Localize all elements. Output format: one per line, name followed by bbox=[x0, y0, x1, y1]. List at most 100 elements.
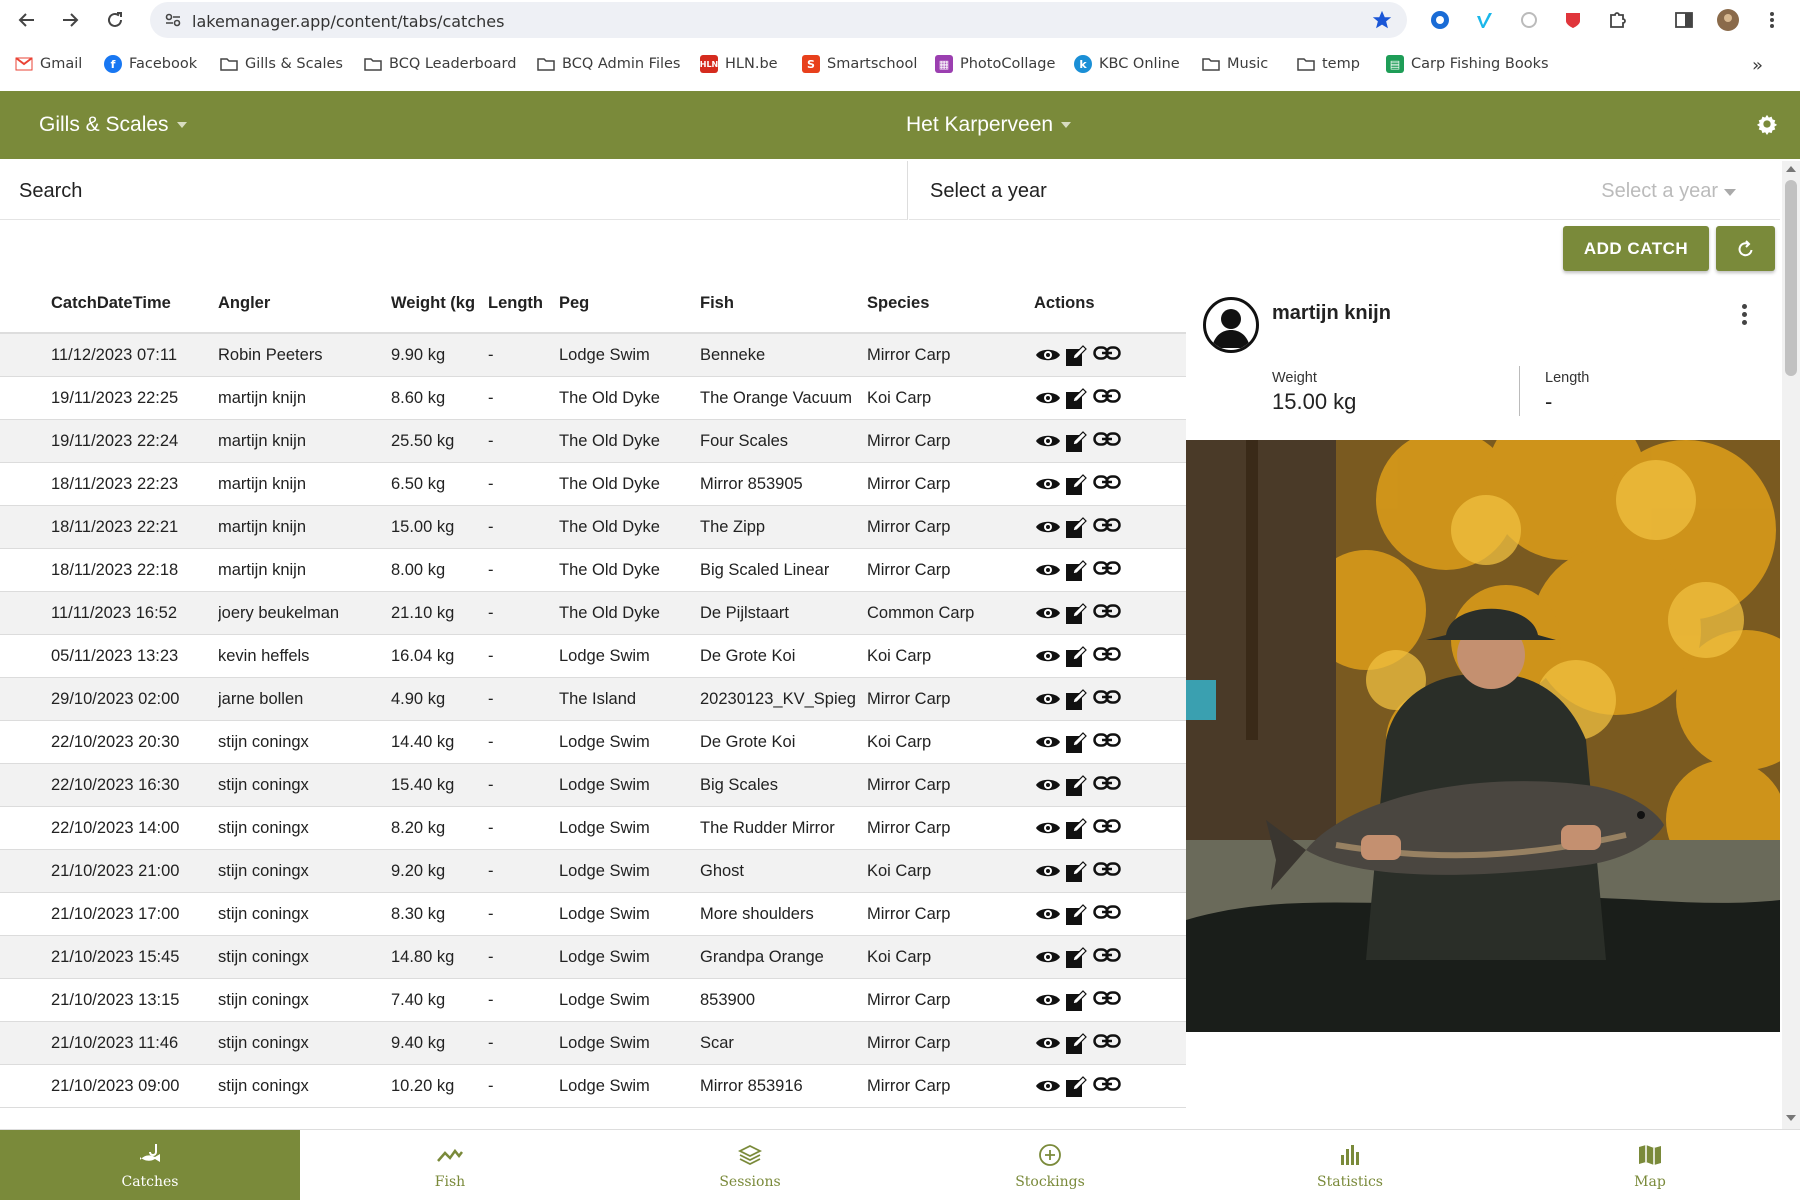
table-row[interactable]: 22/10/2023 14:00 stijn coningx 8.20 kg - Lod… bbox=[0, 807, 1186, 850]
profile-button[interactable] bbox=[1716, 8, 1740, 32]
table-row[interactable]: 21/10/2023 17:00 stijn coningx 8.30 kg - Lod… bbox=[0, 893, 1186, 936]
extensions-button[interactable] bbox=[1605, 8, 1629, 32]
view-button[interactable] bbox=[1035, 345, 1060, 367]
scroll-down-icon[interactable] bbox=[1786, 1115, 1796, 1121]
bookmarks-overflow-icon[interactable]: » bbox=[1752, 55, 1763, 76]
tab-fish[interactable]: Fish bbox=[300, 1130, 600, 1200]
table-row[interactable]: 18/11/2023 22:21 martijn knijn 15.00 kg - Th… bbox=[0, 506, 1186, 549]
bookmark-facebook[interactable]: f Facebook bbox=[104, 55, 197, 73]
link-button[interactable] bbox=[1093, 904, 1121, 926]
side-panel-button[interactable] bbox=[1672, 8, 1696, 32]
bookmark-photocollage[interactable]: ▦ PhotoCollage bbox=[935, 55, 1055, 73]
table-row[interactable]: 22/10/2023 16:30 stijn coningx 15.40 kg - Lo… bbox=[0, 764, 1186, 807]
catch-photo[interactable] bbox=[1186, 440, 1780, 1032]
bookmark-star-icon[interactable] bbox=[1371, 9, 1393, 31]
view-button[interactable] bbox=[1035, 818, 1060, 840]
link-button[interactable] bbox=[1093, 775, 1121, 797]
view-button[interactable] bbox=[1035, 1076, 1060, 1098]
edit-button[interactable] bbox=[1065, 388, 1089, 410]
table-row[interactable]: 11/11/2023 16:52 joery beukelman 21.10 kg -… bbox=[0, 592, 1186, 635]
column-header-weight[interactable]: Weight (kg bbox=[391, 294, 475, 313]
view-button[interactable] bbox=[1035, 1033, 1060, 1055]
edit-button[interactable] bbox=[1065, 517, 1089, 539]
bookmark-temp[interactable]: temp bbox=[1297, 55, 1360, 73]
scrollbar-thumb[interactable] bbox=[1785, 180, 1797, 376]
bookmark-bcq-leaderboard[interactable]: BCQ Leaderboard bbox=[364, 55, 516, 73]
bookmark-gmail[interactable]: Gmail bbox=[15, 55, 82, 73]
edit-button[interactable] bbox=[1065, 1076, 1089, 1098]
settings-button[interactable] bbox=[1756, 113, 1778, 140]
table-row[interactable]: 19/11/2023 22:24 martijn knijn 25.50 kg - Th… bbox=[0, 420, 1186, 463]
link-button[interactable] bbox=[1093, 517, 1121, 539]
app-switcher[interactable]: Gills & Scales bbox=[39, 113, 187, 137]
edit-button[interactable] bbox=[1065, 1033, 1089, 1055]
edit-button[interactable] bbox=[1065, 904, 1089, 926]
edit-button[interactable] bbox=[1065, 732, 1089, 754]
view-button[interactable] bbox=[1035, 517, 1060, 539]
search-input[interactable]: Search bbox=[0, 161, 908, 220]
view-button[interactable] bbox=[1035, 431, 1060, 453]
extension-1[interactable] bbox=[1428, 8, 1452, 32]
view-button[interactable] bbox=[1035, 861, 1060, 883]
edit-button[interactable] bbox=[1065, 861, 1089, 883]
tab-map[interactable]: Map bbox=[1500, 1130, 1800, 1200]
column-header-peg[interactable]: Peg bbox=[559, 294, 589, 313]
address-bar[interactable]: lakemanager.app/content/tabs/catches bbox=[150, 2, 1407, 38]
link-button[interactable] bbox=[1093, 603, 1121, 625]
edit-button[interactable] bbox=[1065, 947, 1089, 969]
view-button[interactable] bbox=[1035, 689, 1060, 711]
edit-button[interactable] bbox=[1065, 474, 1089, 496]
view-button[interactable] bbox=[1035, 904, 1060, 926]
link-button[interactable] bbox=[1093, 345, 1121, 367]
bookmark-kbc-online[interactable]: k KBC Online bbox=[1074, 55, 1180, 73]
link-button[interactable] bbox=[1093, 732, 1121, 754]
bookmark-gills-scales[interactable]: Gills & Scales bbox=[220, 55, 343, 73]
table-row[interactable]: 22/10/2023 20:30 stijn coningx 14.40 kg - Lo… bbox=[0, 721, 1186, 764]
link-button[interactable] bbox=[1093, 990, 1121, 1012]
bookmark-carp-fishing-books[interactable]: ▤ Carp Fishing Books bbox=[1386, 55, 1549, 73]
edit-button[interactable] bbox=[1065, 775, 1089, 797]
link-button[interactable] bbox=[1093, 947, 1121, 969]
forward-button[interactable] bbox=[58, 8, 82, 32]
table-row[interactable]: 29/10/2023 02:00 jarne bollen 4.90 kg - The … bbox=[0, 678, 1186, 721]
view-button[interactable] bbox=[1035, 732, 1060, 754]
view-button[interactable] bbox=[1035, 474, 1060, 496]
link-button[interactable] bbox=[1093, 388, 1121, 410]
link-button[interactable] bbox=[1093, 1033, 1121, 1055]
link-button[interactable] bbox=[1093, 431, 1121, 453]
bookmark-music[interactable]: Music bbox=[1202, 55, 1268, 73]
site-settings-icon[interactable] bbox=[164, 11, 182, 29]
table-row[interactable]: 21/10/2023 11:46 stijn coningx 9.40 kg - Lod… bbox=[0, 1022, 1186, 1065]
column-header-angler[interactable]: Angler bbox=[218, 294, 270, 313]
link-button[interactable] bbox=[1093, 646, 1121, 668]
column-header-fish[interactable]: Fish bbox=[700, 294, 734, 313]
table-row[interactable]: 21/10/2023 15:45 stijn coningx 14.80 kg - Lo… bbox=[0, 936, 1186, 979]
table-row[interactable]: 11/12/2023 07:11 Robin Peeters 9.90 kg - Lod… bbox=[0, 334, 1186, 377]
table-row[interactable]: 18/11/2023 22:23 martijn knijn 6.50 kg - The… bbox=[0, 463, 1186, 506]
bookmark-hln[interactable]: HLN HLN.be bbox=[700, 55, 778, 73]
link-button[interactable] bbox=[1093, 861, 1121, 883]
table-row[interactable]: 21/10/2023 09:00 stijn coningx 10.20 kg - Lo… bbox=[0, 1065, 1186, 1108]
reload-button[interactable] bbox=[103, 8, 127, 32]
view-button[interactable] bbox=[1035, 775, 1060, 797]
view-button[interactable] bbox=[1035, 646, 1060, 668]
tab-statistics[interactable]: Statistics bbox=[1200, 1130, 1500, 1200]
link-button[interactable] bbox=[1093, 474, 1121, 496]
year-select[interactable]: Select a year Select a year bbox=[909, 161, 1780, 220]
view-button[interactable] bbox=[1035, 990, 1060, 1012]
view-button[interactable] bbox=[1035, 560, 1060, 582]
menu-button[interactable] bbox=[1760, 8, 1784, 32]
bookmark-bcq-admin-files[interactable]: BCQ Admin Files bbox=[537, 55, 680, 73]
view-button[interactable] bbox=[1035, 947, 1060, 969]
view-button[interactable] bbox=[1035, 603, 1060, 625]
edit-button[interactable] bbox=[1065, 646, 1089, 668]
edit-button[interactable] bbox=[1065, 560, 1089, 582]
column-header-length[interactable]: Length bbox=[488, 294, 543, 313]
edit-button[interactable] bbox=[1065, 990, 1089, 1012]
more-options-button[interactable] bbox=[1736, 301, 1752, 333]
link-button[interactable] bbox=[1093, 689, 1121, 711]
tab-catches[interactable]: Catches bbox=[0, 1130, 300, 1200]
edit-button[interactable] bbox=[1065, 603, 1089, 625]
back-button[interactable] bbox=[15, 8, 39, 32]
edit-button[interactable] bbox=[1065, 431, 1089, 453]
